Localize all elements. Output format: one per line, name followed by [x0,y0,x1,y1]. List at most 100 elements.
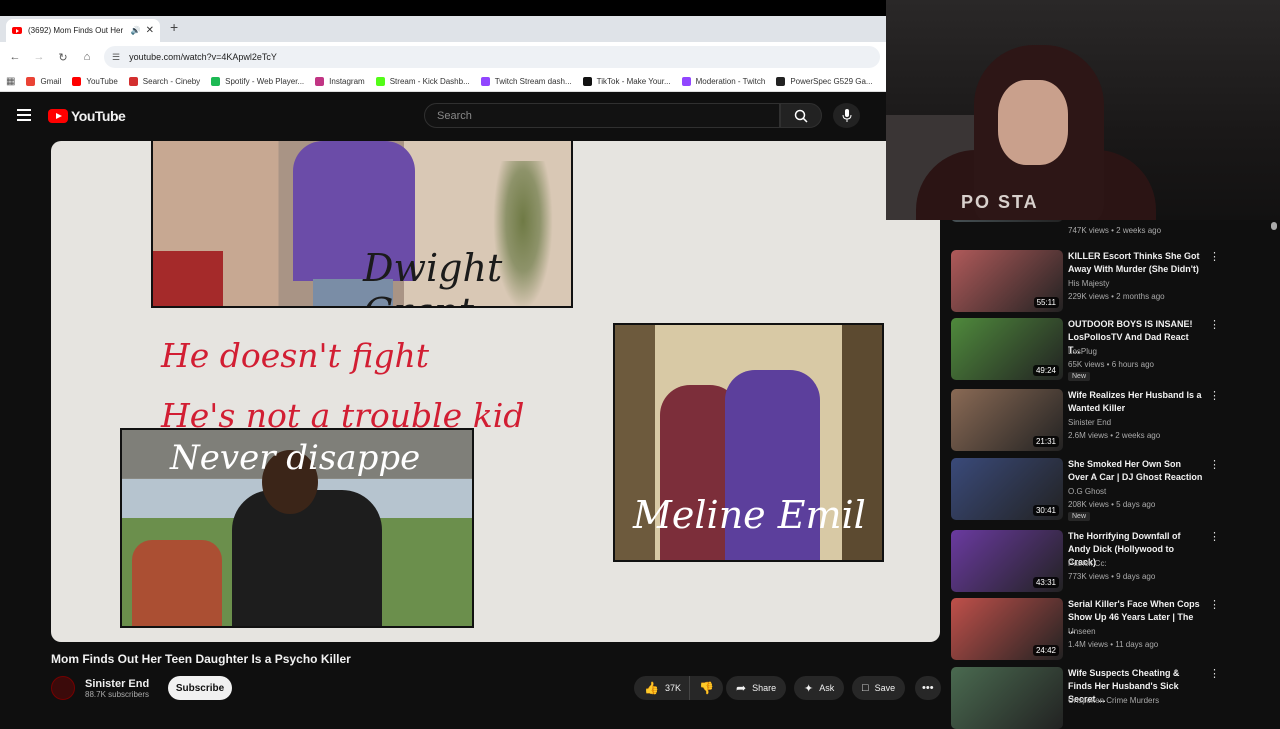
recommended-channel[interactable]: His Majesty [1068,277,1109,290]
share-group: ➦ Share [726,676,787,700]
bookmark-label: Twitch Stream dash... [494,77,572,86]
bookmark-favicon-icon [211,77,221,86]
speaker-icon[interactable]: 🔊 [131,26,141,35]
bookmark-icon: □ [862,682,869,694]
youtube-logo[interactable]: YouTube [48,108,126,124]
like-count: 37K [664,683,681,693]
like-button[interactable]: 👍 37K [634,676,689,700]
more-vertical-icon[interactable]: ⋮ [1209,667,1220,680]
site-settings-icon[interactable]: ☰ [112,52,120,63]
sofa-shape [153,251,223,306]
bookmark-label: Moderation - Twitch [695,77,766,86]
video-thumbnail[interactable]: 43:31 [951,530,1063,592]
new-tab-button[interactable]: + [170,19,178,35]
subscribe-button[interactable]: Subscribe [168,676,232,700]
youtube-header: YouTube Search [0,92,886,138]
like-dislike-group: 👍 37K 👎 [634,676,723,700]
youtube-logo-text: YouTube [71,108,126,124]
more-vertical-icon[interactable]: ⋮ [1209,318,1220,331]
bookmark-item[interactable]: Spotify - Web Player... [211,77,304,86]
more-vertical-icon[interactable]: ⋮ [1209,250,1220,263]
bookmark-item[interactable]: Search - Cineby [128,77,200,86]
crowd-shape [132,540,222,626]
video-thumbnail[interactable]: 24:42 [951,598,1063,660]
webcam-hoodie-text: PO STA [961,192,1039,212]
video-player[interactable]: Dwight Grant He doesn't fight He's not a… [51,141,940,642]
recommended-meta: 229K views • 2 months ago [1068,292,1165,301]
recommended-meta: 1.4M views • 11 days ago [1068,640,1159,649]
microphone-icon [842,108,851,122]
bookmark-label: Instagram [329,77,365,86]
more-vertical-icon[interactable]: ⋮ [1209,389,1220,402]
bookmark-item[interactable]: YouTube [72,77,118,86]
save-button[interactable]: □ Save [852,676,906,700]
recommended-channel[interactable]: Unseen [1068,625,1096,638]
recommended-title[interactable]: Wife Realizes Her Husband Is a Wanted Ki… [1068,389,1203,415]
bookmark-item[interactable]: Instagram [315,77,365,86]
youtube-favicon-icon [12,27,22,34]
video-thumbnail[interactable]: 49:24 [951,318,1063,380]
bookmark-label: YouTube [86,77,118,86]
search-input[interactable]: Search [424,103,780,128]
recommended-channel[interactable]: Sinister End [1068,416,1111,429]
more-actions-button[interactable]: ••• [915,676,941,700]
bookmark-favicon-icon [776,77,786,86]
bookmark-item[interactable]: Twitch Stream dash... [480,77,572,86]
forward-icon[interactable]: → [27,51,51,63]
more-vertical-icon[interactable]: ⋮ [1209,530,1220,543]
bookmark-label: Stream - Kick Dashb... [389,77,470,86]
menu-icon[interactable] [17,109,31,124]
share-label: Share [752,683,777,693]
thumbs-up-icon: 👍 [644,681,659,695]
bookmark-favicon-icon [375,77,385,86]
apps-icon[interactable]: ▦ [6,76,15,87]
browser-tab[interactable]: (3692) Mom Finds Out Her 🔊 ✕ [6,19,160,42]
bookmark-item[interactable]: PowerSpec G529 Ga... [776,77,873,86]
close-tab-icon[interactable]: ✕ [146,25,154,36]
search-placeholder: Search [437,109,472,122]
person-shape [232,490,382,626]
save-label: Save [874,683,896,693]
more-vertical-icon[interactable]: ⋮ [1209,458,1220,471]
share-button[interactable]: ➦ Share [726,676,787,700]
voice-search-button[interactable] [833,103,860,128]
new-badge: New [1068,372,1091,381]
video-photo-dwight: Dwight Grant [151,141,573,308]
ask-label: Ask [819,683,835,693]
bookmark-label: TikTok - Make Your... [596,77,671,86]
bookmark-item[interactable]: TikTok - Make Your... [582,77,671,86]
webcam-overlay: PO STA [886,0,1280,220]
recommended-channel[interactable]: Unspoken Crime Murders [1068,694,1159,707]
recommendations-sidebar: 44:28747K views • 2 weeks ago55:11KILLER… [950,160,1280,729]
bookmark-favicon-icon [315,77,325,86]
recommended-channel[interactable]: LosPlug [1068,345,1097,358]
video-thumbnail[interactable]: 21:31 [951,389,1063,451]
video-caption-name1: Dwight Grant [363,246,503,306]
search-icon [794,109,808,123]
channel-name[interactable]: Sinister End [85,678,149,690]
back-icon[interactable]: ← [3,51,27,63]
sparkle-icon: ✦ [804,682,814,695]
search-button[interactable] [780,103,822,128]
url-bar[interactable]: ☰ youtube.com/watch?v=4KApwl2eTcY [104,46,880,68]
thumbs-down-icon: 👎 [698,681,714,695]
ask-button[interactable]: ✦ Ask [794,676,845,700]
sidebar-scrollbar[interactable] [1271,222,1277,230]
bookmarks-bar: ▦ Gmail YouTube Search - Cineby Spotify - W… [0,72,886,92]
video-title: Mom Finds Out Her Teen Daughter Is a Psy… [51,652,351,666]
recommended-title[interactable]: She Smoked Her Own Son Over A Car | DJ G… [1068,458,1203,484]
share-icon: ➦ [736,681,747,695]
recommended-channel[interactable]: O.G Ghost [1068,485,1106,498]
bookmark-item[interactable]: Gmail [26,77,61,86]
recommended-title[interactable]: KILLER Escort Thinks She Got Away With M… [1068,250,1203,276]
video-thumbnail[interactable]: 30:41 [951,458,1063,520]
recommended-channel[interactable]: Patrick Cc: [1068,557,1107,570]
video-thumbnail[interactable]: 55:11 [951,250,1063,312]
home-icon[interactable]: ⌂ [75,51,99,63]
bookmark-item[interactable]: Stream - Kick Dashb... [375,77,470,86]
channel-avatar[interactable] [51,676,75,700]
reload-icon[interactable]: ↻ [51,51,75,64]
more-vertical-icon[interactable]: ⋮ [1209,598,1220,611]
bookmark-item[interactable]: Moderation - Twitch [681,77,766,86]
dislike-button[interactable]: 👎 [688,676,723,700]
